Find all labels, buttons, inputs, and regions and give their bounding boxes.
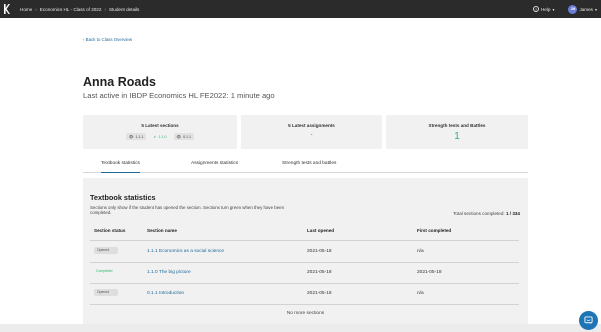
help-label: Help: [540, 6, 551, 12]
chevron-down-icon: ▾: [552, 6, 555, 12]
check-icon: ✔: [153, 134, 157, 139]
strength-tests-title: Strength tests and Battles: [428, 123, 486, 128]
breadcrumb-home[interactable]: Home: [20, 7, 32, 12]
section-chip-label: 1.1.0: [158, 134, 167, 139]
latest-assignments-card: 5 Latest assignments -: [241, 115, 382, 149]
last-opened-cell: 2021-05-18: [307, 249, 332, 254]
chat-icon: [584, 316, 593, 325]
last-opened-cell: 2021-05-18: [307, 291, 332, 296]
breadcrumb: Home › Economics HL - Class of 2022 › St…: [20, 7, 139, 12]
section-chip[interactable]: 👁 0.1.1: [173, 133, 195, 140]
page-title: Anna Roads: [83, 75, 156, 89]
latest-assignments-value: -: [310, 132, 313, 138]
eye-icon: 👁: [176, 134, 182, 139]
breadcrumb-student-details: Student details: [108, 6, 140, 12]
latest-sections-title: 5 Latest sections: [141, 123, 179, 128]
table-row: Opened 0.1.1 Introduction 2021-05-18 n/a: [83, 284, 528, 304]
tab-bar: Textbook statistics Assignments statisti…: [83, 159, 528, 173]
divider: [90, 240, 519, 241]
total-label: Total sections completed:: [453, 211, 505, 216]
first-completed-cell: n/a: [417, 249, 424, 254]
latest-assignments-title: 5 Latest assignments: [288, 123, 335, 128]
section-name-link[interactable]: 1.1.0 The big picture: [147, 270, 191, 275]
status-badge: Opened: [94, 247, 118, 254]
first-completed-cell: n/a: [417, 291, 424, 296]
summary-cards: 5 Latest sections 👁 1.1.1 ✔ 1.1.0 👁 0.1.1 5…: [83, 115, 528, 149]
last-opened-cell: 2021-05-18: [307, 270, 332, 275]
total-value: 1 / 334: [505, 211, 520, 216]
panel-heading: Textbook statistics: [90, 193, 156, 202]
help-icon: ?: [532, 6, 539, 12]
column-header-last-opened[interactable]: Last opened: [307, 228, 334, 233]
breadcrumb-separator: ›: [104, 6, 106, 12]
section-name-link[interactable]: 0.1.1 Introduction: [147, 291, 184, 296]
breadcrumb-separator: ›: [35, 6, 37, 12]
status-badge: Completed: [96, 269, 113, 273]
divider: [90, 304, 519, 305]
help-menu-button[interactable]: ? Help ▾: [532, 6, 555, 12]
tab-textbook-statistics[interactable]: Textbook statistics: [101, 161, 140, 173]
section-name-link[interactable]: 1.1.1 Economics as a social science: [147, 249, 224, 254]
chevron-down-icon: ▾: [594, 6, 597, 12]
table-row: Completed 1.1.0 The big picture 2021-05-…: [83, 263, 528, 283]
breadcrumb-class[interactable]: Economics HL - Class of 2022: [40, 7, 102, 12]
app-logo-icon[interactable]: [0, 0, 12, 18]
tab-strength-tests[interactable]: Strength tests and battles: [282, 161, 336, 173]
section-chip[interactable]: 👁 1.1.1: [125, 133, 147, 140]
panel-description: Sections only show if the student has op…: [90, 205, 285, 216]
tab-assignments-statistics[interactable]: Assignments statistics: [191, 161, 238, 173]
column-header-first-completed[interactable]: First completed: [417, 228, 451, 233]
top-nav-bar: Home › Economics HL - Class of 2022 › St…: [0, 0, 601, 18]
avatar: JM: [568, 4, 578, 14]
status-badge: Opened: [94, 289, 118, 296]
latest-sections-card: 5 Latest sections 👁 1.1.1 ✔ 1.1.0 👁 0.1.1: [83, 115, 237, 149]
strength-tests-card: Strength tests and Battles 1: [386, 115, 528, 149]
section-chip-label: 0.1.1: [183, 134, 192, 139]
column-header-status[interactable]: Section status: [94, 228, 125, 233]
user-menu-button[interactable]: JM James ▾: [568, 4, 597, 14]
eye-icon: 👁: [128, 134, 134, 139]
textbook-statistics-panel: Textbook statistics Sections only show i…: [83, 178, 528, 332]
total-sections-completed: Total sections completed: 1 / 334: [453, 211, 520, 216]
column-header-section-name[interactable]: Section name: [147, 228, 177, 233]
section-chip[interactable]: ✔ 1.1.0: [150, 133, 169, 140]
chat-button[interactable]: [579, 311, 598, 330]
strength-tests-value: 1: [454, 131, 460, 142]
first-completed-cell: 2021-05-18: [417, 270, 442, 275]
back-to-class-overview-link[interactable]: ‹ Back to Class Overview: [83, 37, 132, 42]
table-row: Opened 1.1.1 Economics as a social scien…: [83, 242, 528, 262]
last-active-text: Last active in IBDP Economics HL FE2022:…: [83, 91, 275, 100]
bottom-bar: [0, 324, 601, 332]
user-name: James: [579, 6, 593, 12]
no-more-sections-text: No more sections: [286, 311, 325, 316]
section-chip-label: 1.1.1: [135, 134, 144, 139]
